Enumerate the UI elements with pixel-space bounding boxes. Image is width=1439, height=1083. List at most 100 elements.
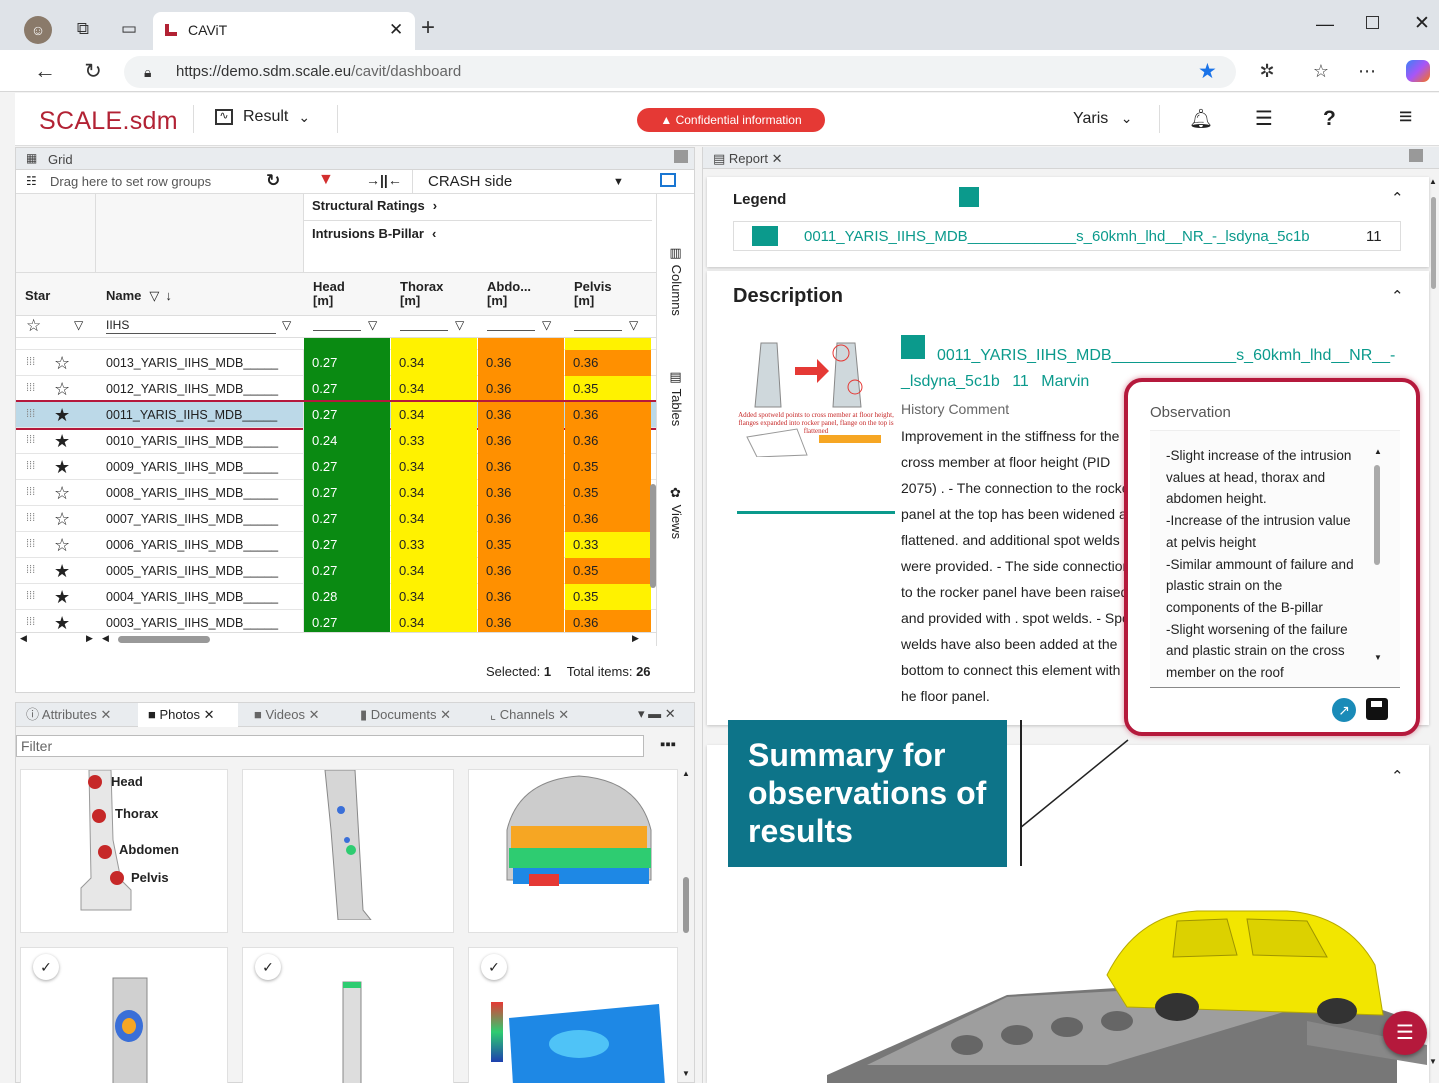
observation-textarea[interactable]: -Slight increase of the intrusion values … <box>1150 430 1400 688</box>
scroll-right-icon-a[interactable]: ▶ <box>86 633 93 644</box>
observation-scroll-up-icon[interactable]: ▲ <box>1374 447 1382 456</box>
refresh-icon[interactable]: ↻ <box>266 171 280 191</box>
description-thumbnail[interactable]: Added spotweld points to cross member at… <box>737 337 895 515</box>
more-icon[interactable]: ⋯ <box>1354 58 1380 84</box>
name-filter-funnel-icon[interactable]: ▽ <box>282 318 291 332</box>
drag-handle-icon[interactable]: ⁞⁞⁞ <box>26 590 35 602</box>
media-scroll-thumb[interactable] <box>683 877 689 933</box>
side-tables-tab[interactable]: ▤ Tables <box>669 370 684 426</box>
group-structural-ratings[interactable]: Structural Ratings › <box>312 198 437 213</box>
star-icon[interactable]: ★ <box>54 585 70 609</box>
drag-handle-icon[interactable]: ⁞⁞⁞ <box>26 408 35 420</box>
star-icon[interactable]: ☆ <box>54 481 70 505</box>
star-icon[interactable]: ★ <box>54 455 70 479</box>
workspaces-icon[interactable]: ⧉ <box>70 16 96 42</box>
tab-videos[interactable]: ■ Videos ✕ <box>244 703 344 727</box>
app-logo[interactable]: SCALE.sdm <box>39 107 178 136</box>
browser-tab[interactable]: CAViT ✕ <box>153 12 415 50</box>
scroll-left-icon-b[interactable]: ◀ <box>102 633 109 644</box>
table-row[interactable]: ⁞⁞⁞ ★ 0009_YARIS_IIHS_MDB_____ 0.27 0.34 0.36… <box>16 454 656 480</box>
side-columns-tab[interactable]: ▥ Columns <box>669 246 684 316</box>
photo-thumbnail-6[interactable]: ✓ <box>468 947 678 1083</box>
project-selector[interactable]: Yaris ⌄ <box>1073 110 1132 128</box>
drag-handle-icon[interactable]: ⁞⁞⁞ <box>26 356 35 368</box>
scroll-left-icon[interactable]: ◀ <box>20 633 27 644</box>
drag-handle-icon[interactable]: ⁞⁞⁞ <box>26 564 35 576</box>
col-thorax[interactable]: Thorax [m] <box>400 280 443 308</box>
drag-handle-icon[interactable]: ⁞⁞⁞ <box>26 460 35 472</box>
star-icon[interactable]: ★ <box>54 403 70 427</box>
legend-row-name[interactable]: 0011_YARIS_IIHS_MDB_____________s_60kmh_… <box>804 228 1310 245</box>
tab-attributes[interactable]: ⓘ Attributes ✕ <box>16 703 136 727</box>
close-icon[interactable]: ✕ <box>204 707 215 722</box>
table-row[interactable]: ⁞⁞⁞ ★ 0004_YARIS_IIHS_MDB_____ 0.28 0.34 0.36… <box>16 584 656 610</box>
col-head[interactable]: Head [m] <box>313 280 345 308</box>
result-menu[interactable]: ∿ Result ⌄ <box>215 108 310 126</box>
grid-view-icon[interactable]: ▪▪▪ <box>660 736 676 753</box>
star-filter-funnel-icon[interactable]: ▽ <box>74 318 83 332</box>
star-icon[interactable]: ☆ <box>54 533 70 557</box>
table-row-partial[interactable] <box>16 338 656 350</box>
column-layout-icon[interactable] <box>660 173 676 187</box>
help-button[interactable]: ? <box>1323 107 1336 131</box>
close-icon[interactable]: ✕ <box>100 707 111 722</box>
tab-close-icon[interactable]: ✕ <box>389 20 403 40</box>
drag-handle-icon[interactable]: ⁞⁞⁞ <box>26 486 35 498</box>
tab-channels[interactable]: ⌞ Channels ✕ <box>480 703 600 727</box>
legend-row[interactable]: 0011_YARIS_IIHS_MDB_____________s_60kmh_… <box>733 221 1401 251</box>
grid-vertical-scrollbar[interactable] <box>648 346 656 626</box>
thorax-filter-input[interactable] <box>400 330 448 331</box>
col-star[interactable]: Star <box>25 288 50 303</box>
side-views-tab[interactable]: ✿ Views <box>669 486 684 539</box>
media-panel-menu-icon[interactable]: ▾ ▬ ✕ <box>638 706 676 722</box>
notifications-bell-icon[interactable]: 🔔︎ <box>1189 107 1213 131</box>
table-row[interactable]: ⁞⁞⁞ ★ 0003_YARIS_IIHS_MDB_____ 0.27 0.34 0.36… <box>16 610 656 632</box>
extensions-icon[interactable]: ✲ <box>1254 58 1280 84</box>
head-filter-input[interactable] <box>313 330 361 331</box>
star-filter-icon[interactable]: ☆ <box>26 316 41 336</box>
window-close-icon[interactable]: ✕ <box>1414 12 1430 35</box>
photo-thumbnail-dummy[interactable]: Head Thorax Abdomen Pelvis <box>20 769 228 933</box>
col-pelvis[interactable]: Pelvis [m] <box>574 280 612 308</box>
report-close-icon[interactable]: ✕ <box>772 151 783 166</box>
pelvis-filter-input[interactable] <box>574 330 622 331</box>
star-icon[interactable]: ☆ <box>54 377 70 401</box>
table-row[interactable]: ⁞⁞⁞ ★ 0005_YARIS_IIHS_MDB_____ 0.27 0.34 0.36… <box>16 558 656 584</box>
pelvis-filter-funnel-icon[interactable]: ▽ <box>629 318 638 332</box>
media-scroll-up-icon[interactable]: ▲ <box>682 769 690 778</box>
photo-thumbnail-bpillar[interactable] <box>242 769 454 933</box>
description-collapse-icon[interactable]: ⌃ <box>1391 287 1404 305</box>
table-row[interactable]: ⁞⁞⁞ ☆ 0013_YARIS_IIHS_MDB_____ 0.27 0.34 0.36… <box>16 350 656 376</box>
col-abdomen[interactable]: Abdo... [m] <box>487 280 531 308</box>
table-row[interactable]: ⁞⁞⁞ ★ 0010_YARIS_IIHS_MDB_____ 0.24 0.33 0.36… <box>16 428 656 454</box>
close-icon[interactable]: ✕ <box>558 707 569 722</box>
legend-collapse-icon[interactable]: ⌃ <box>1391 189 1404 207</box>
observation-scroll-thumb[interactable] <box>1374 465 1380 565</box>
description-run-name-a[interactable]: 0011_YARIS_IIHS_MDB______________s_60kmh… <box>937 347 1395 365</box>
photo-thumbnail-contour[interactable] <box>468 769 678 933</box>
head-filter-funnel-icon[interactable]: ▽ <box>368 318 377 332</box>
minimize-icon[interactable]: — <box>1316 14 1334 35</box>
tab-photos[interactable]: ■ Photos ✕ <box>138 703 238 727</box>
back-icon[interactable]: ← <box>30 56 60 86</box>
star-icon[interactable]: ☆ <box>54 351 70 375</box>
col-name[interactable]: Name ▽ ↓ <box>106 288 172 304</box>
name-filter-input[interactable]: IIHS <box>106 318 276 334</box>
copilot-icon[interactable] <box>1406 60 1430 82</box>
observation-scroll-down-icon[interactable]: ▼ <box>1374 653 1382 662</box>
star-icon[interactable]: ★ <box>54 611 70 632</box>
fit-columns-icon[interactable]: →||← <box>366 172 402 188</box>
sort-down-icon[interactable]: ↓ <box>165 288 172 303</box>
grid-panel-menu-icon[interactable] <box>674 150 688 163</box>
reload-icon[interactable]: ↻ <box>78 56 108 86</box>
close-icon[interactable]: ✕ <box>440 707 451 722</box>
profile-avatar[interactable]: ☺ <box>24 16 52 44</box>
row-group-dropzone[interactable]: Drag here to set row groups <box>50 174 211 189</box>
drag-handle-icon[interactable]: ⁞⁞⁞ <box>26 538 35 550</box>
share-icon[interactable]: ↗ <box>1332 698 1356 722</box>
report-vertical-scrollbar[interactable]: ▲ ▼ <box>1429 177 1437 1083</box>
photos-filter-input[interactable]: Filter <box>16 735 644 757</box>
group-intrusions-b-pillar[interactable]: Intrusions B-Pillar ‹ <box>312 226 436 241</box>
favorites-icon[interactable]: ☆ <box>1308 58 1334 84</box>
new-tab-icon[interactable]: + <box>421 14 435 42</box>
